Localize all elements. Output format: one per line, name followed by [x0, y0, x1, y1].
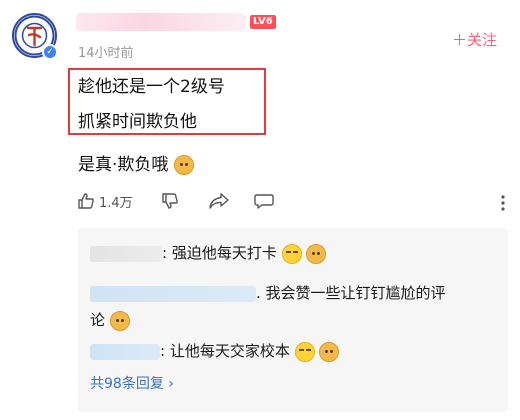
like-button[interactable]: 1.4万	[76, 190, 133, 212]
thumbs-down-icon	[162, 193, 178, 209]
replies-panel: : 强迫他每天打卡 . 我会赞一些让钉钉尴尬的评 论 : 让他每天交家校本 共9…	[78, 228, 508, 412]
username-blurred[interactable]	[76, 13, 246, 31]
comment-time: 14小时前	[78, 46, 134, 61]
reply-text-continued: 论	[90, 311, 106, 329]
reply-username-blurred[interactable]	[90, 285, 256, 302]
reply-item[interactable]: . 我会赞一些让钉钉尴尬的评 论	[90, 280, 500, 334]
like-count: 1.4万	[99, 195, 133, 211]
reply-item[interactable]: : 强迫他每天打卡	[90, 240, 327, 267]
follow-button[interactable]: ＋关注	[452, 29, 497, 50]
reply-text: : 强迫他每天打卡	[162, 244, 277, 262]
reply-button[interactable]	[253, 190, 275, 212]
action-bar: 1.4万	[76, 190, 506, 212]
comment-bubble-icon	[254, 194, 274, 209]
comment-body: 是真·欺负哦	[78, 150, 194, 175]
grin-emoji-icon	[281, 243, 302, 264]
reply-item[interactable]: : 让他每天交家校本	[90, 338, 340, 365]
doge-emoji-icon	[109, 310, 130, 331]
level-badge: LV6	[250, 15, 276, 29]
reply-username-blurred[interactable]	[90, 245, 162, 262]
more-options-button[interactable]	[500, 192, 506, 214]
comment-line-1: 趁他还是一个2级号	[78, 77, 225, 97]
doge-emoji-icon	[173, 155, 194, 175]
doge-emoji-icon	[319, 341, 340, 362]
more-vertical-icon	[501, 195, 505, 211]
share-icon	[209, 193, 229, 209]
reply-text: : 让他每天交家校本	[160, 342, 290, 360]
view-all-replies-link[interactable]: 共98条回复 ›	[90, 373, 174, 393]
share-button[interactable]	[208, 190, 230, 212]
dislike-button[interactable]	[160, 190, 180, 212]
reply-text: . 我会赞一些让钉钉尴尬的评	[256, 284, 446, 302]
verified-icon: ✓	[42, 44, 58, 60]
comment-body-text: 是真·欺负哦	[78, 155, 169, 175]
comment-line-2: 抓紧时间欺负他	[78, 112, 197, 132]
thumbs-up-icon	[78, 193, 94, 209]
grin-emoji-icon	[294, 341, 315, 362]
doge-emoji-icon	[306, 243, 327, 264]
reply-username-blurred[interactable]	[90, 343, 160, 360]
